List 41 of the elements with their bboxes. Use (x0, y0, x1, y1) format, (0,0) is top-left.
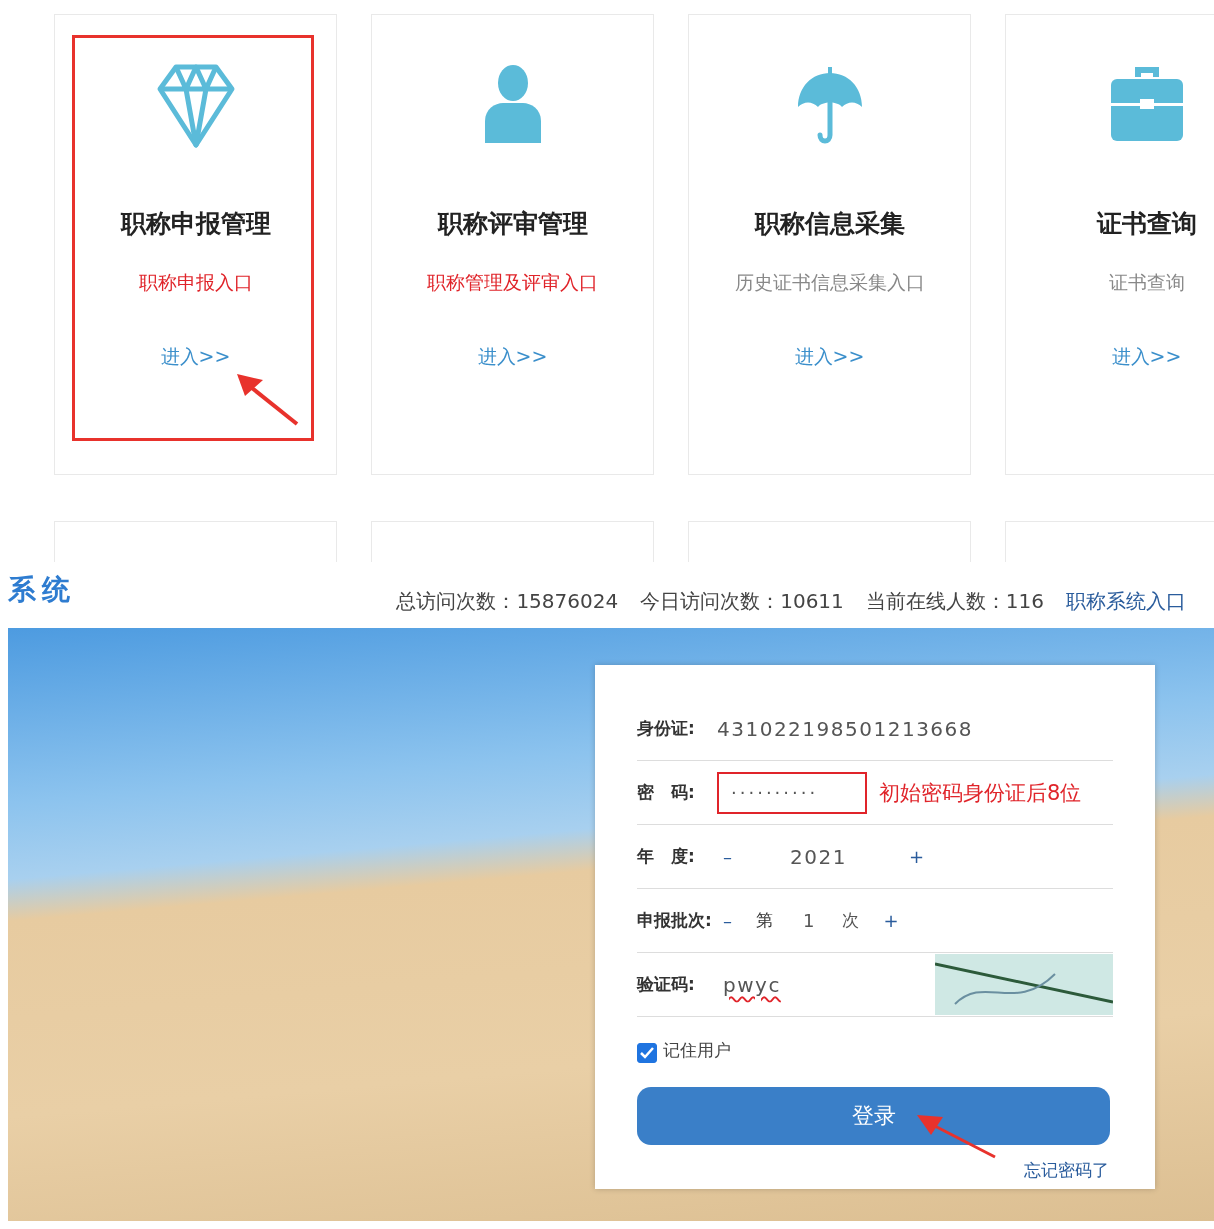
visit-stat: 总访问次数：15876024 (396, 587, 619, 615)
enter-link[interactable]: 进入>> (794, 344, 865, 370)
field-label: 密 码: (637, 781, 696, 804)
field-label: 验证码: (637, 973, 696, 996)
visit-stat: 当前在线人数：116 (865, 587, 1044, 615)
checkmark-icon (640, 1047, 654, 1059)
batch-prefix: 第 (756, 909, 773, 932)
site-logo: 系统 (8, 572, 76, 608)
login-button[interactable]: 登录 (637, 1087, 1110, 1145)
enter-link[interactable]: 进入>> (1111, 344, 1182, 370)
year-value: 2021 (790, 844, 847, 869)
password-field[interactable]: ·········· (717, 771, 867, 814)
card-title: 职称信息采集 (754, 208, 905, 240)
diamond-icon (155, 63, 236, 149)
system-entry-link[interactable]: 职称系统入口 (1066, 587, 1186, 615)
card-title: 职称评审管理 (437, 208, 588, 240)
card-subtitle: 历史证书信息采集入口 (734, 270, 925, 295)
field-label: 身份证: (637, 717, 696, 740)
annotation-arrow (237, 374, 299, 426)
forgot-password-link[interactable]: 忘记密码了 (637, 1159, 1113, 1182)
remember-checkbox[interactable] (637, 1043, 657, 1063)
id-number-field[interactable]: 431022198501213668 (717, 716, 974, 741)
batch-value: 1 (803, 910, 815, 931)
card-subtitle: 证书查询 (1108, 270, 1185, 295)
enter-link[interactable]: 进入>> (477, 344, 548, 370)
minus-button[interactable]: – (717, 846, 738, 867)
minus-button[interactable]: – (717, 910, 738, 931)
field-label: 申报批次: (637, 909, 713, 932)
visit-stat: 今日访问次数：10611 (640, 587, 844, 615)
enter-link[interactable]: 进入>> (160, 344, 231, 370)
plus-button[interactable]: + (877, 910, 905, 931)
card-subtitle: 职称管理及评审入口 (427, 270, 598, 295)
remember-label: 记住用户 (663, 1038, 731, 1062)
card-title: 职称申报管理 (120, 208, 271, 240)
field-label: 年 度: (637, 845, 696, 868)
card-title: 证书查询 (1096, 208, 1197, 240)
plus-button[interactable]: + (902, 846, 930, 867)
captcha-field[interactable]: pwyc (723, 972, 781, 997)
batch-suffix: 次 (842, 909, 860, 932)
password-hint: 初始密码身份证后8位 (879, 779, 1082, 807)
card-subtitle: 职称申报入口 (138, 270, 253, 295)
